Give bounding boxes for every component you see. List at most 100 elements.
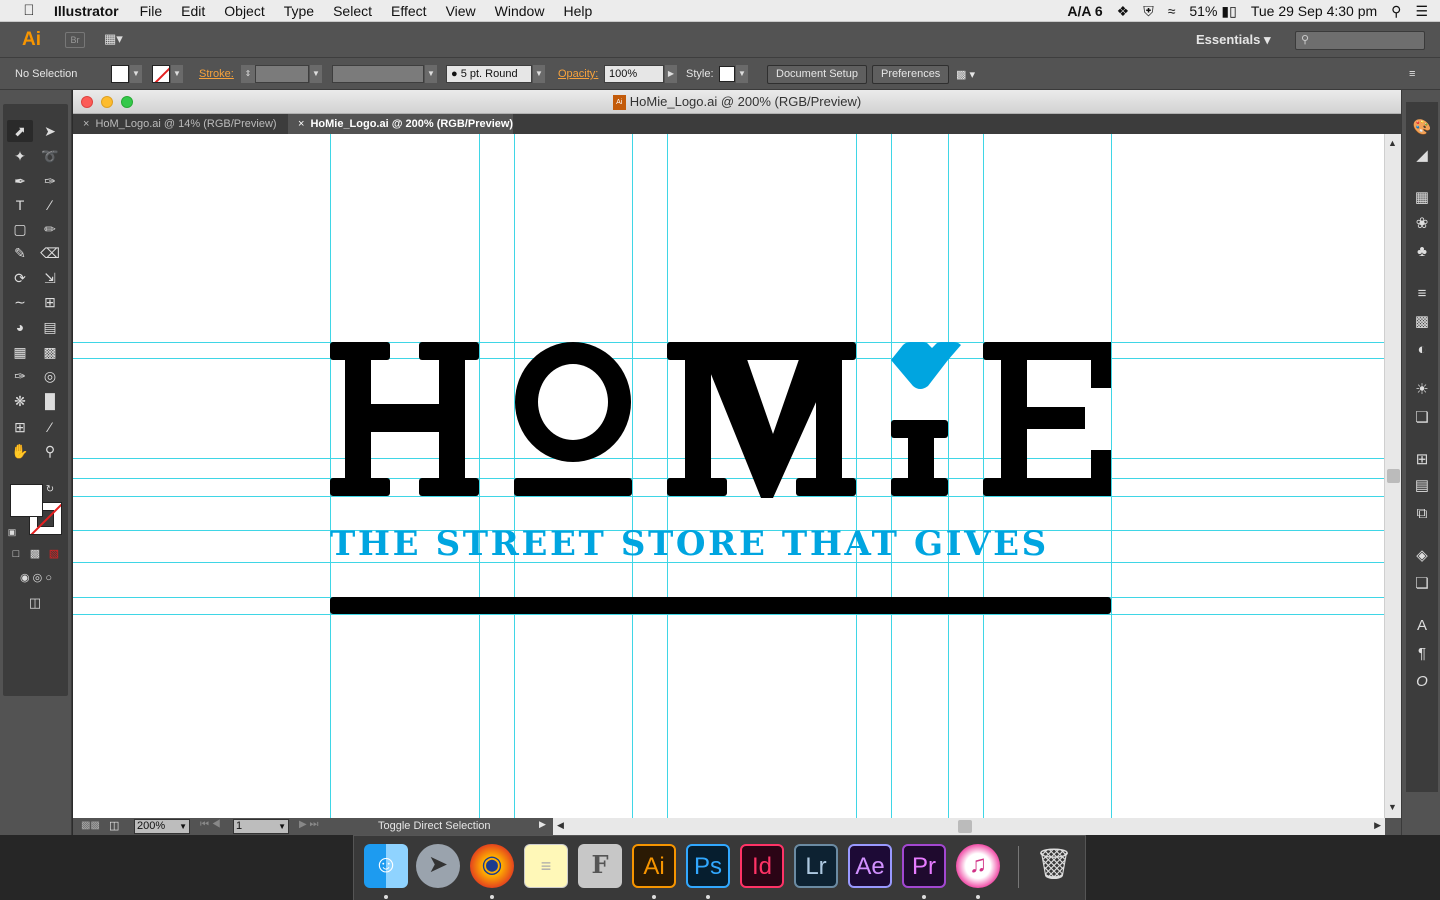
scroll-down-arrow-icon[interactable]: ▼	[1388, 802, 1397, 812]
transform-icon[interactable]: ⊞	[1406, 448, 1438, 472]
premiere-pro-dock-icon[interactable]: Pr	[902, 844, 946, 888]
menu-app-name[interactable]: Illustrator	[54, 3, 119, 19]
launchpad-icon[interactable]: ➤	[416, 844, 460, 888]
opacity-label[interactable]: Opacity:	[558, 68, 598, 80]
none-mode-icon[interactable]: ▧	[46, 543, 62, 565]
menu-select[interactable]: Select	[333, 3, 372, 19]
trash-icon[interactable]: 🗑	[1032, 844, 1076, 888]
photoshop-dock-icon[interactable]: Ps	[686, 844, 730, 888]
color-guide-icon[interactable]: ◢	[1406, 144, 1438, 168]
arrange-documents-button[interactable]: ▦▾	[104, 31, 134, 49]
free-transform-tool-icon[interactable]: ⊞	[37, 291, 63, 313]
artboard-tool-icon[interactable]: ⊞	[7, 416, 33, 438]
direct-selection-tool-icon[interactable]: ➤	[37, 120, 63, 142]
eyedropper-tool-icon[interactable]: ✑	[7, 365, 33, 387]
itunes-icon[interactable]: ♫	[956, 844, 1000, 888]
spotlight-search-icon[interactable]: ⚲	[1391, 3, 1401, 20]
shape-builder-tool-icon[interactable]: ◕	[7, 316, 33, 338]
preferences-button[interactable]: Preferences	[872, 64, 950, 84]
brush-dropdown-icon[interactable]: ▼	[533, 65, 545, 83]
help-search-input[interactable]: ⚲	[1295, 31, 1425, 50]
rotate-tool-icon[interactable]: ⟳	[7, 267, 33, 289]
paragraph-icon[interactable]: ¶	[1406, 642, 1438, 666]
artboard-canvas[interactable]: THE STREET STORE THAT GIVES	[73, 134, 1384, 818]
perspective-grid-tool-icon[interactable]: ▤	[37, 316, 63, 338]
magic-wand-tool-icon[interactable]: ✦	[7, 145, 33, 167]
color-mode-icon[interactable]: □	[8, 543, 24, 565]
workspace-switcher[interactable]: Essentials ▾	[1196, 32, 1270, 48]
width-tool-icon[interactable]: ∼	[7, 291, 33, 313]
minimize-window-button[interactable]	[101, 96, 113, 108]
artboard-number-select[interactable]: 1 ▼	[233, 819, 289, 834]
scroll-thumb[interactable]	[1387, 469, 1400, 483]
symbol-sprayer-tool-icon[interactable]: ❋	[7, 390, 33, 412]
blend-tool-icon[interactable]: ◎	[37, 365, 63, 387]
character-icon[interactable]: A	[1406, 614, 1438, 638]
stroke-label[interactable]: Stroke:	[199, 68, 234, 80]
after-effects-dock-icon[interactable]: Ae	[848, 844, 892, 888]
apple-menu-icon[interactable]: 	[20, 2, 38, 19]
first-artboard-icon[interactable]: ⏮ ◀	[200, 819, 221, 830]
menu-object[interactable]: Object	[224, 3, 264, 19]
zoom-window-button[interactable]	[121, 96, 133, 108]
fill-dropdown-icon[interactable]: ▼	[130, 65, 142, 83]
lasso-tool-icon[interactable]: ➰	[37, 145, 63, 167]
swatches-icon[interactable]: ▦	[1406, 186, 1438, 210]
finder-icon[interactable]: ☺	[364, 844, 408, 888]
stroke-weight-input[interactable]	[255, 65, 309, 83]
menu-file[interactable]: File	[140, 3, 163, 19]
shield-icon[interactable]: ⛨	[1143, 3, 1154, 20]
artboards-icon[interactable]: ❏	[1406, 572, 1438, 596]
opacity-dropdown-icon[interactable]: ▶	[665, 65, 677, 83]
gradient-tool-icon[interactable]: ▩	[37, 341, 63, 363]
gradient-panel-icon[interactable]: ▩	[1406, 310, 1438, 334]
stroke-panel-icon[interactable]: ≡	[1406, 282, 1438, 306]
notes-icon[interactable]: ≡	[524, 844, 568, 888]
close-tab-icon[interactable]: ×	[298, 118, 304, 130]
vertical-scrollbar[interactable]: ▲ ▼	[1384, 134, 1401, 818]
scroll-up-arrow-icon[interactable]: ▲	[1388, 138, 1397, 148]
menu-effect[interactable]: Effect	[391, 3, 427, 19]
gradient-mode-icon[interactable]: ▩	[27, 543, 43, 565]
stroke-weight-stepper[interactable]: ⇕	[241, 65, 255, 83]
status-menu-arrow-icon[interactable]: ▶	[539, 819, 546, 830]
paintbrush-tool-icon[interactable]: ✏	[37, 218, 63, 240]
align-icon[interactable]: ▤	[1406, 474, 1438, 498]
slice-tool-icon[interactable]: ⁄	[37, 416, 63, 438]
tab-homie-logo[interactable]: × HoMie_Logo.ai @ 200% (RGB/Preview)	[288, 114, 513, 134]
profile-dropdown-icon[interactable]: ▼	[425, 65, 437, 83]
pathfinder-icon[interactable]: ⧉	[1406, 502, 1438, 526]
brushes-icon[interactable]: ❀	[1406, 212, 1438, 236]
mesh-tool-icon[interactable]: ▦	[7, 341, 33, 363]
scroll-right-arrow-icon[interactable]: ▶	[1374, 820, 1381, 831]
line-segment-tool-icon[interactable]: ∕	[37, 194, 63, 216]
battery-icon[interactable]: ▮▯	[1221, 3, 1236, 20]
pencil-tool-icon[interactable]: ✎	[7, 242, 33, 264]
color-panel-icon[interactable]: 🎨	[1406, 116, 1438, 140]
opentype-icon[interactable]: O	[1406, 670, 1438, 694]
screen-mode-icon[interactable]: ◫	[21, 592, 49, 614]
next-artboard-icon[interactable]: ▶ ⏭	[299, 819, 318, 830]
menu-window[interactable]: Window	[495, 3, 545, 19]
arrange-icon[interactable]: ▩ ▾	[956, 68, 975, 81]
tab-hom-logo[interactable]: × HoM_Logo.ai @ 14% (RGB/Preview)	[73, 114, 288, 134]
dropbox-icon[interactable]: ❖	[1117, 3, 1130, 20]
indesign-dock-icon[interactable]: Id	[740, 844, 784, 888]
lightroom-dock-icon[interactable]: Lr	[794, 844, 838, 888]
curvature-tool-icon[interactable]: ✑	[37, 170, 63, 192]
menu-help[interactable]: Help	[563, 3, 592, 19]
scale-tool-icon[interactable]: ⇲	[37, 267, 63, 289]
close-tab-icon[interactable]: ×	[83, 118, 89, 130]
layers-icon[interactable]: ◈	[1406, 544, 1438, 568]
artboard-icon[interactable]: ▩▩	[81, 820, 100, 831]
wifi-icon[interactable]: ≈	[1168, 3, 1176, 19]
status-text[interactable]: Toggle Direct Selection	[378, 820, 491, 832]
appearance-icon[interactable]: ☀	[1406, 378, 1438, 402]
bridge-button[interactable]: Br	[65, 32, 85, 48]
drawing-modes-icon[interactable]: ◉ ◎ ○	[8, 567, 64, 589]
swap-fill-stroke-icon[interactable]: ↻	[43, 479, 57, 501]
zoom-tool-icon[interactable]: ⚲	[37, 440, 63, 462]
default-colors-icon[interactable]: ▣	[5, 521, 19, 543]
share-icon[interactable]: ◫	[109, 819, 119, 832]
close-window-button[interactable]	[81, 96, 93, 108]
